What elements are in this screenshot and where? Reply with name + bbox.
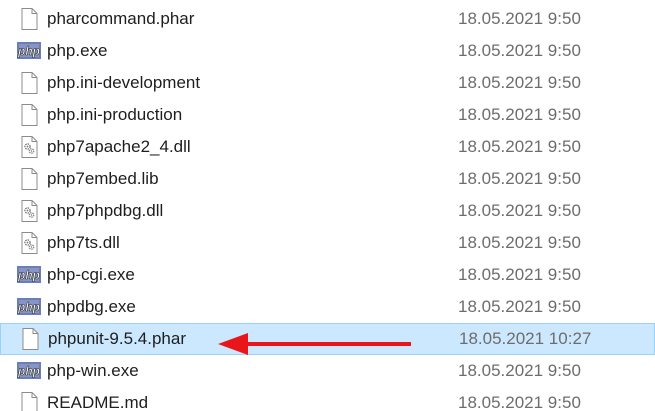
arrow-shaft	[246, 342, 411, 346]
file-date-modified: 18.05.2021 9:50	[458, 41, 581, 60]
file-date-modified: 18.05.2021 9:50	[458, 137, 581, 156]
file-icon	[16, 391, 42, 411]
file-date-modified: 18.05.2021 9:50	[458, 361, 581, 380]
file-row[interactable]: php phpdbg.exe 18.05.2021 9:50	[0, 291, 655, 323]
php-icon: php	[16, 263, 42, 287]
arrow-head	[218, 333, 248, 355]
dll-gear-icon	[16, 199, 42, 223]
file-row[interactable]: php7apache2_4.dll 18.05.2021 9:50	[0, 131, 655, 163]
php-icon: php	[16, 295, 42, 319]
file-name: pharcommand.phar	[47, 9, 195, 28]
file-name: php.exe	[47, 41, 108, 60]
file-name: php-cgi.exe	[47, 265, 135, 284]
php-icon: php	[16, 39, 42, 63]
file-row[interactable]: php7phpdbg.dll 18.05.2021 9:50	[0, 195, 655, 227]
file-icon	[17, 327, 43, 351]
file-row[interactable]: php php-cgi.exe 18.05.2021 9:50	[0, 259, 655, 291]
file-date-modified: 18.05.2021 9:50	[458, 265, 581, 284]
file-date-modified: 18.05.2021 9:50	[458, 9, 581, 28]
file-icon	[16, 7, 42, 31]
file-name: phpunit-9.5.4.phar	[48, 329, 186, 348]
file-row[interactable]: php7ts.dll 18.05.2021 9:50	[0, 227, 655, 259]
file-date-modified: 18.05.2021 9:50	[458, 201, 581, 220]
file-row[interactable]: php php-win.exe 18.05.2021 9:50	[0, 355, 655, 387]
red-arrow-icon	[218, 333, 411, 355]
file-row[interactable]: pharcommand.phar 18.05.2021 9:50	[0, 3, 655, 35]
dll-gear-icon	[16, 231, 42, 255]
file-icon	[16, 167, 42, 191]
file-date-modified: 18.05.2021 9:50	[458, 233, 581, 252]
file-name: php7phpdbg.dll	[47, 201, 164, 220]
file-name: phpdbg.exe	[47, 297, 136, 316]
svg-text:php: php	[17, 44, 40, 58]
file-name: php.ini-development	[47, 73, 201, 92]
file-name: php7embed.lib	[47, 169, 159, 188]
svg-text:php: php	[17, 300, 40, 314]
file-name: php7ts.dll	[47, 233, 120, 252]
php-icon: php	[16, 359, 42, 383]
file-date-modified: 18.05.2021 9:50	[458, 73, 581, 92]
file-date-modified: 18.05.2021 9:50	[458, 105, 581, 124]
file-date-modified: 18.05.2021 9:50	[458, 297, 581, 316]
dll-gear-icon	[16, 135, 42, 159]
file-row[interactable]: php php.exe 18.05.2021 9:50	[0, 35, 655, 67]
file-name: README.md	[47, 393, 149, 411]
file-name: php7apache2_4.dll	[47, 137, 191, 156]
file-row[interactable]: php7embed.lib 18.05.2021 9:50	[0, 163, 655, 195]
svg-text:php: php	[17, 364, 40, 378]
file-date-modified: 18.05.2021 9:50	[458, 393, 581, 411]
file-date-modified: 18.05.2021 10:27	[459, 329, 592, 348]
file-row[interactable]: php.ini-development 18.05.2021 9:50	[0, 67, 655, 99]
file-row[interactable]: README.md 18.05.2021 9:50	[0, 387, 655, 411]
file-date-modified: 18.05.2021 9:50	[458, 169, 581, 188]
file-icon	[16, 103, 42, 127]
svg-text:php: php	[17, 268, 40, 282]
file-icon	[16, 71, 42, 95]
file-row[interactable]: php.ini-production 18.05.2021 9:50	[0, 99, 655, 131]
file-name: php.ini-production	[47, 105, 183, 124]
file-name: php-win.exe	[47, 361, 139, 380]
